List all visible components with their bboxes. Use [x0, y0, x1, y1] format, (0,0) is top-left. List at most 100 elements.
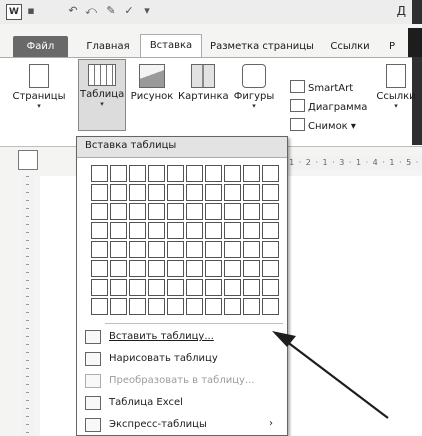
- tab-insert[interactable]: Вставка: [140, 34, 202, 59]
- table-grid-cell[interactable]: [91, 279, 108, 296]
- table-grid-cell[interactable]: [262, 260, 279, 277]
- table-grid-cell[interactable]: [129, 184, 146, 201]
- clipart-button[interactable]: Картинка: [178, 64, 229, 102]
- table-grid-cell[interactable]: [148, 241, 165, 258]
- ruler-toggle-button[interactable]: [18, 150, 38, 170]
- table-grid-cell[interactable]: [91, 260, 108, 277]
- table-grid-cell[interactable]: [224, 260, 241, 277]
- table-grid-cell[interactable]: [224, 203, 241, 220]
- table-grid-cell[interactable]: [148, 260, 165, 277]
- table-grid-cell[interactable]: [205, 165, 222, 182]
- pages-button[interactable]: Страницы ▾: [8, 64, 70, 110]
- table-grid-cell[interactable]: [110, 279, 127, 296]
- table-grid-cell[interactable]: [243, 298, 260, 315]
- table-grid-cell[interactable]: [91, 222, 108, 239]
- table-grid-cell[interactable]: [148, 298, 165, 315]
- table-grid-cell[interactable]: [224, 298, 241, 315]
- redo-icon[interactable]: ⤺: [84, 4, 98, 18]
- table-grid-cell[interactable]: [224, 184, 241, 201]
- table-grid-cell[interactable]: [243, 184, 260, 201]
- table-grid-cell[interactable]: [205, 298, 222, 315]
- tab-home[interactable]: Главная: [80, 36, 136, 58]
- chart-button[interactable]: Диаграмма: [290, 99, 367, 113]
- table-button-content[interactable]: Таблица ▾: [80, 64, 124, 108]
- menu-item-excel-table[interactable]: Таблица Excel: [77, 393, 287, 413]
- table-grid-cell[interactable]: [186, 241, 203, 258]
- table-grid-cell[interactable]: [110, 184, 127, 201]
- table-grid-cell[interactable]: [262, 203, 279, 220]
- table-grid-cell[interactable]: [148, 279, 165, 296]
- table-grid-cell[interactable]: [186, 184, 203, 201]
- table-grid-cell[interactable]: [110, 165, 127, 182]
- table-grid-cell[interactable]: [205, 260, 222, 277]
- table-grid-cell[interactable]: [148, 222, 165, 239]
- table-grid-cell[interactable]: [205, 222, 222, 239]
- table-grid-cell[interactable]: [186, 260, 203, 277]
- table-grid-cell[interactable]: [167, 222, 184, 239]
- table-grid-cell[interactable]: [91, 165, 108, 182]
- tab-page-layout[interactable]: Разметка страницы: [206, 36, 318, 58]
- table-grid-cell[interactable]: [148, 203, 165, 220]
- table-grid-cell[interactable]: [243, 260, 260, 277]
- table-grid-cell[interactable]: [224, 222, 241, 239]
- tab-mailings[interactable]: Р: [384, 36, 400, 58]
- tab-file[interactable]: Файл: [13, 36, 68, 58]
- table-grid-cell[interactable]: [224, 165, 241, 182]
- table-grid-cell[interactable]: [243, 203, 260, 220]
- save-icon[interactable]: ▪: [24, 4, 38, 18]
- table-grid-cell[interactable]: [205, 184, 222, 201]
- table-grid-cell[interactable]: [262, 298, 279, 315]
- table-grid-cell[interactable]: [186, 279, 203, 296]
- format-icon[interactable]: ✎: [104, 4, 118, 18]
- menu-item-quick-tables[interactable]: Экспресс-таблицы ›: [77, 415, 287, 435]
- table-grid-cell[interactable]: [243, 241, 260, 258]
- table-grid-cell[interactable]: [167, 165, 184, 182]
- tab-references[interactable]: Ссылки: [326, 36, 374, 58]
- table-grid-cell[interactable]: [91, 203, 108, 220]
- table-grid-cell[interactable]: [186, 165, 203, 182]
- table-grid-cell[interactable]: [148, 165, 165, 182]
- table-grid-cell[interactable]: [224, 241, 241, 258]
- menu-item-draw-table[interactable]: Нарисовать таблицу: [77, 349, 287, 369]
- table-size-grid[interactable]: [91, 165, 279, 315]
- spelling-icon[interactable]: ✓: [122, 4, 136, 18]
- table-grid-cell[interactable]: [91, 298, 108, 315]
- links-button[interactable]: Ссылки ▾: [376, 64, 416, 110]
- table-grid-cell[interactable]: [110, 241, 127, 258]
- menu-item-insert-table[interactable]: Вставить таблицу...: [77, 327, 287, 347]
- table-grid-cell[interactable]: [110, 222, 127, 239]
- table-grid-cell[interactable]: [91, 241, 108, 258]
- table-grid-cell[interactable]: [205, 279, 222, 296]
- table-grid-cell[interactable]: [129, 203, 146, 220]
- table-grid-cell[interactable]: [224, 279, 241, 296]
- horizontal-ruler[interactable]: · 1 · 2 · 1 · 3 · 1 · 4 · 1 · 5 · 1: [282, 156, 422, 170]
- table-grid-cell[interactable]: [186, 298, 203, 315]
- customize-qat-icon[interactable]: ▾: [140, 4, 154, 18]
- table-grid-cell[interactable]: [186, 203, 203, 220]
- shapes-button[interactable]: Фигуры ▾: [230, 64, 278, 110]
- table-grid-cell[interactable]: [262, 165, 279, 182]
- table-grid-cell[interactable]: [243, 279, 260, 296]
- table-grid-cell[interactable]: [110, 298, 127, 315]
- vertical-ruler[interactable]: [22, 176, 34, 436]
- table-grid-cell[interactable]: [91, 184, 108, 201]
- table-grid-cell[interactable]: [167, 241, 184, 258]
- table-grid-cell[interactable]: [186, 222, 203, 239]
- undo-icon[interactable]: ↶: [66, 4, 80, 18]
- table-grid-cell[interactable]: [129, 260, 146, 277]
- table-grid-cell[interactable]: [262, 241, 279, 258]
- table-grid-cell[interactable]: [129, 279, 146, 296]
- table-grid-cell[interactable]: [129, 222, 146, 239]
- table-grid-cell[interactable]: [262, 222, 279, 239]
- picture-button[interactable]: Рисунок: [128, 64, 176, 102]
- table-grid-cell[interactable]: [167, 184, 184, 201]
- screenshot-button[interactable]: Снимок ▾: [290, 118, 356, 132]
- table-grid-cell[interactable]: [205, 203, 222, 220]
- table-grid-cell[interactable]: [129, 241, 146, 258]
- smartart-button[interactable]: SmartArt: [290, 80, 353, 94]
- table-grid-cell[interactable]: [167, 298, 184, 315]
- table-grid-cell[interactable]: [110, 260, 127, 277]
- table-grid-cell[interactable]: [167, 203, 184, 220]
- table-grid-cell[interactable]: [129, 298, 146, 315]
- table-grid-cell[interactable]: [243, 165, 260, 182]
